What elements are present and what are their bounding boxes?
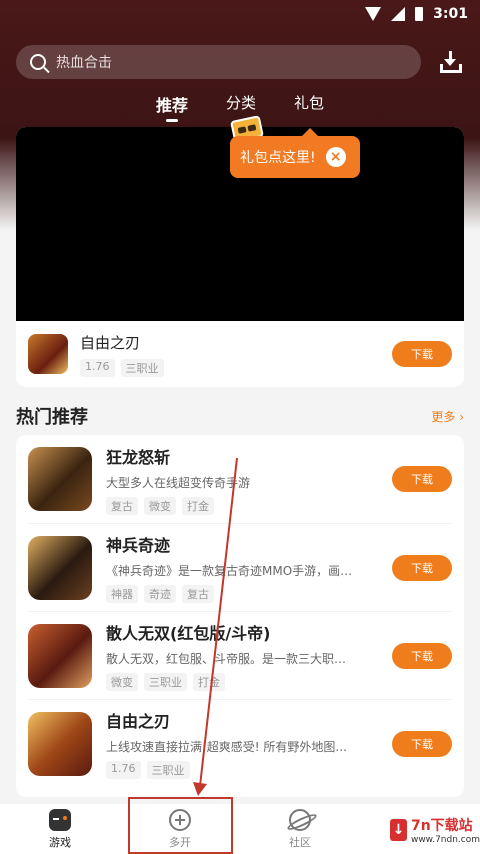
list-item[interactable]: 狂龙怒斩 大型多人在线超变传奇手游 复古 微变 打金 下载 bbox=[28, 435, 452, 523]
search-input[interactable]: 热血合击 bbox=[16, 45, 421, 79]
watermark-badge: ↓ 7n下载站 www.7ndn.com bbox=[384, 806, 480, 854]
gamepad-icon bbox=[49, 808, 71, 831]
top-tabs: 推荐 分类 礼包 bbox=[0, 92, 480, 122]
featured-tag: 三职业 bbox=[120, 358, 164, 377]
nav-community[interactable]: 社区 bbox=[240, 804, 360, 854]
game-thumbnail[interactable] bbox=[28, 535, 92, 600]
search-row: 热血合击 bbox=[16, 45, 464, 79]
badge-url: www.7ndn.com bbox=[410, 835, 480, 845]
battery-icon bbox=[415, 7, 424, 21]
list-item[interactable]: 散人无双(红包版/斗帝) 散人无双，红包服、斗帝服。是一款三大职业... 微变 … bbox=[28, 611, 452, 699]
game-tag: 打金 bbox=[182, 496, 214, 515]
featured-game-row[interactable]: 自由之刃 1.76 三职业 下载 bbox=[16, 321, 464, 387]
game-tag: 三职业 bbox=[146, 761, 190, 779]
featured-tag: 1.76 bbox=[80, 358, 115, 377]
signal-icon bbox=[391, 7, 406, 21]
tab-gift[interactable]: 礼包 bbox=[294, 92, 324, 122]
nav-label: 社区 bbox=[289, 835, 311, 849]
game-thumbnail[interactable] bbox=[28, 711, 92, 776]
game-tag: 微变 bbox=[106, 673, 138, 691]
game-tag: 微变 bbox=[144, 496, 176, 515]
hot-section-header: 热门推荐 更多 › bbox=[16, 403, 464, 429]
featured-game-title: 自由之刃 bbox=[80, 333, 141, 352]
game-tag: 打金 bbox=[193, 673, 225, 691]
section-title: 热门推荐 bbox=[16, 407, 88, 428]
download-button[interactable]: 下载 bbox=[392, 466, 452, 492]
more-link[interactable]: 更多 › bbox=[431, 408, 464, 425]
status-time: 3:01 bbox=[433, 6, 468, 22]
search-icon bbox=[30, 54, 46, 70]
download-button[interactable]: 下载 bbox=[392, 730, 452, 757]
download-button[interactable]: 下载 bbox=[392, 554, 452, 581]
badge-title: 7n下载站 bbox=[410, 818, 473, 834]
game-tag: 复古 bbox=[182, 585, 214, 603]
game-description: 《神兵奇迹》是一款复古奇迹MMO手游，画面... bbox=[106, 564, 356, 578]
close-icon[interactable]: × bbox=[325, 147, 346, 167]
game-tag: 三职业 bbox=[144, 673, 187, 691]
list-item[interactable]: 神兵奇迹 《神兵奇迹》是一款复古奇迹MMO手游，画面... 神器 奇迹 复古 下… bbox=[28, 523, 452, 611]
game-thumbnail[interactable] bbox=[28, 447, 92, 511]
game-title: 散人无双(红包版/斗帝) bbox=[106, 624, 271, 643]
nav-games[interactable]: 游戏 bbox=[0, 804, 120, 854]
game-thumbnail[interactable] bbox=[28, 623, 92, 688]
game-tag: 神器 bbox=[106, 585, 138, 603]
featured-game-thumbnail[interactable] bbox=[28, 334, 68, 374]
status-bar: 3:01 bbox=[0, 0, 480, 28]
list-item[interactable]: 自由之刃 上线攻速直接拉满!超爽感受! 所有野外地图... 1.76 三职业 下… bbox=[28, 699, 452, 787]
game-title: 自由之刃 bbox=[106, 712, 171, 731]
featured-download-button[interactable]: 下载 bbox=[392, 341, 452, 367]
download-arrow-icon: ↓ bbox=[390, 819, 407, 841]
game-title: 狂龙怒斩 bbox=[106, 447, 171, 467]
game-tag: 复古 bbox=[106, 496, 138, 515]
gift-tooltip-text: 礼包点这里! bbox=[240, 150, 316, 166]
game-tag: 奇迹 bbox=[144, 585, 176, 603]
hot-games-list: 狂龙怒斩 大型多人在线超变传奇手游 复古 微变 打金 下载 神兵奇迹 《神兵奇迹… bbox=[16, 435, 464, 797]
download-manager-icon[interactable] bbox=[439, 50, 463, 74]
gift-tooltip[interactable]: 礼包点这里! × bbox=[230, 128, 360, 178]
search-placeholder: 热血合击 bbox=[56, 55, 112, 71]
game-tag: 1.76 bbox=[106, 761, 141, 779]
game-description: 上线攻速直接拉满!超爽感受! 所有野外地图... bbox=[106, 740, 347, 754]
tab-recommend[interactable]: 推荐 bbox=[156, 92, 188, 122]
download-button[interactable]: 下载 bbox=[392, 642, 452, 669]
planet-icon bbox=[289, 808, 311, 831]
game-description: 大型多人在线超变传奇手游 bbox=[106, 475, 251, 490]
nav-label: 游戏 bbox=[49, 835, 71, 849]
wifi-icon bbox=[365, 7, 382, 21]
game-title: 神兵奇迹 bbox=[106, 536, 171, 555]
game-description: 散人无双，红包服、斗帝服。是一款三大职业... bbox=[106, 652, 356, 666]
highlight-box bbox=[128, 797, 233, 854]
